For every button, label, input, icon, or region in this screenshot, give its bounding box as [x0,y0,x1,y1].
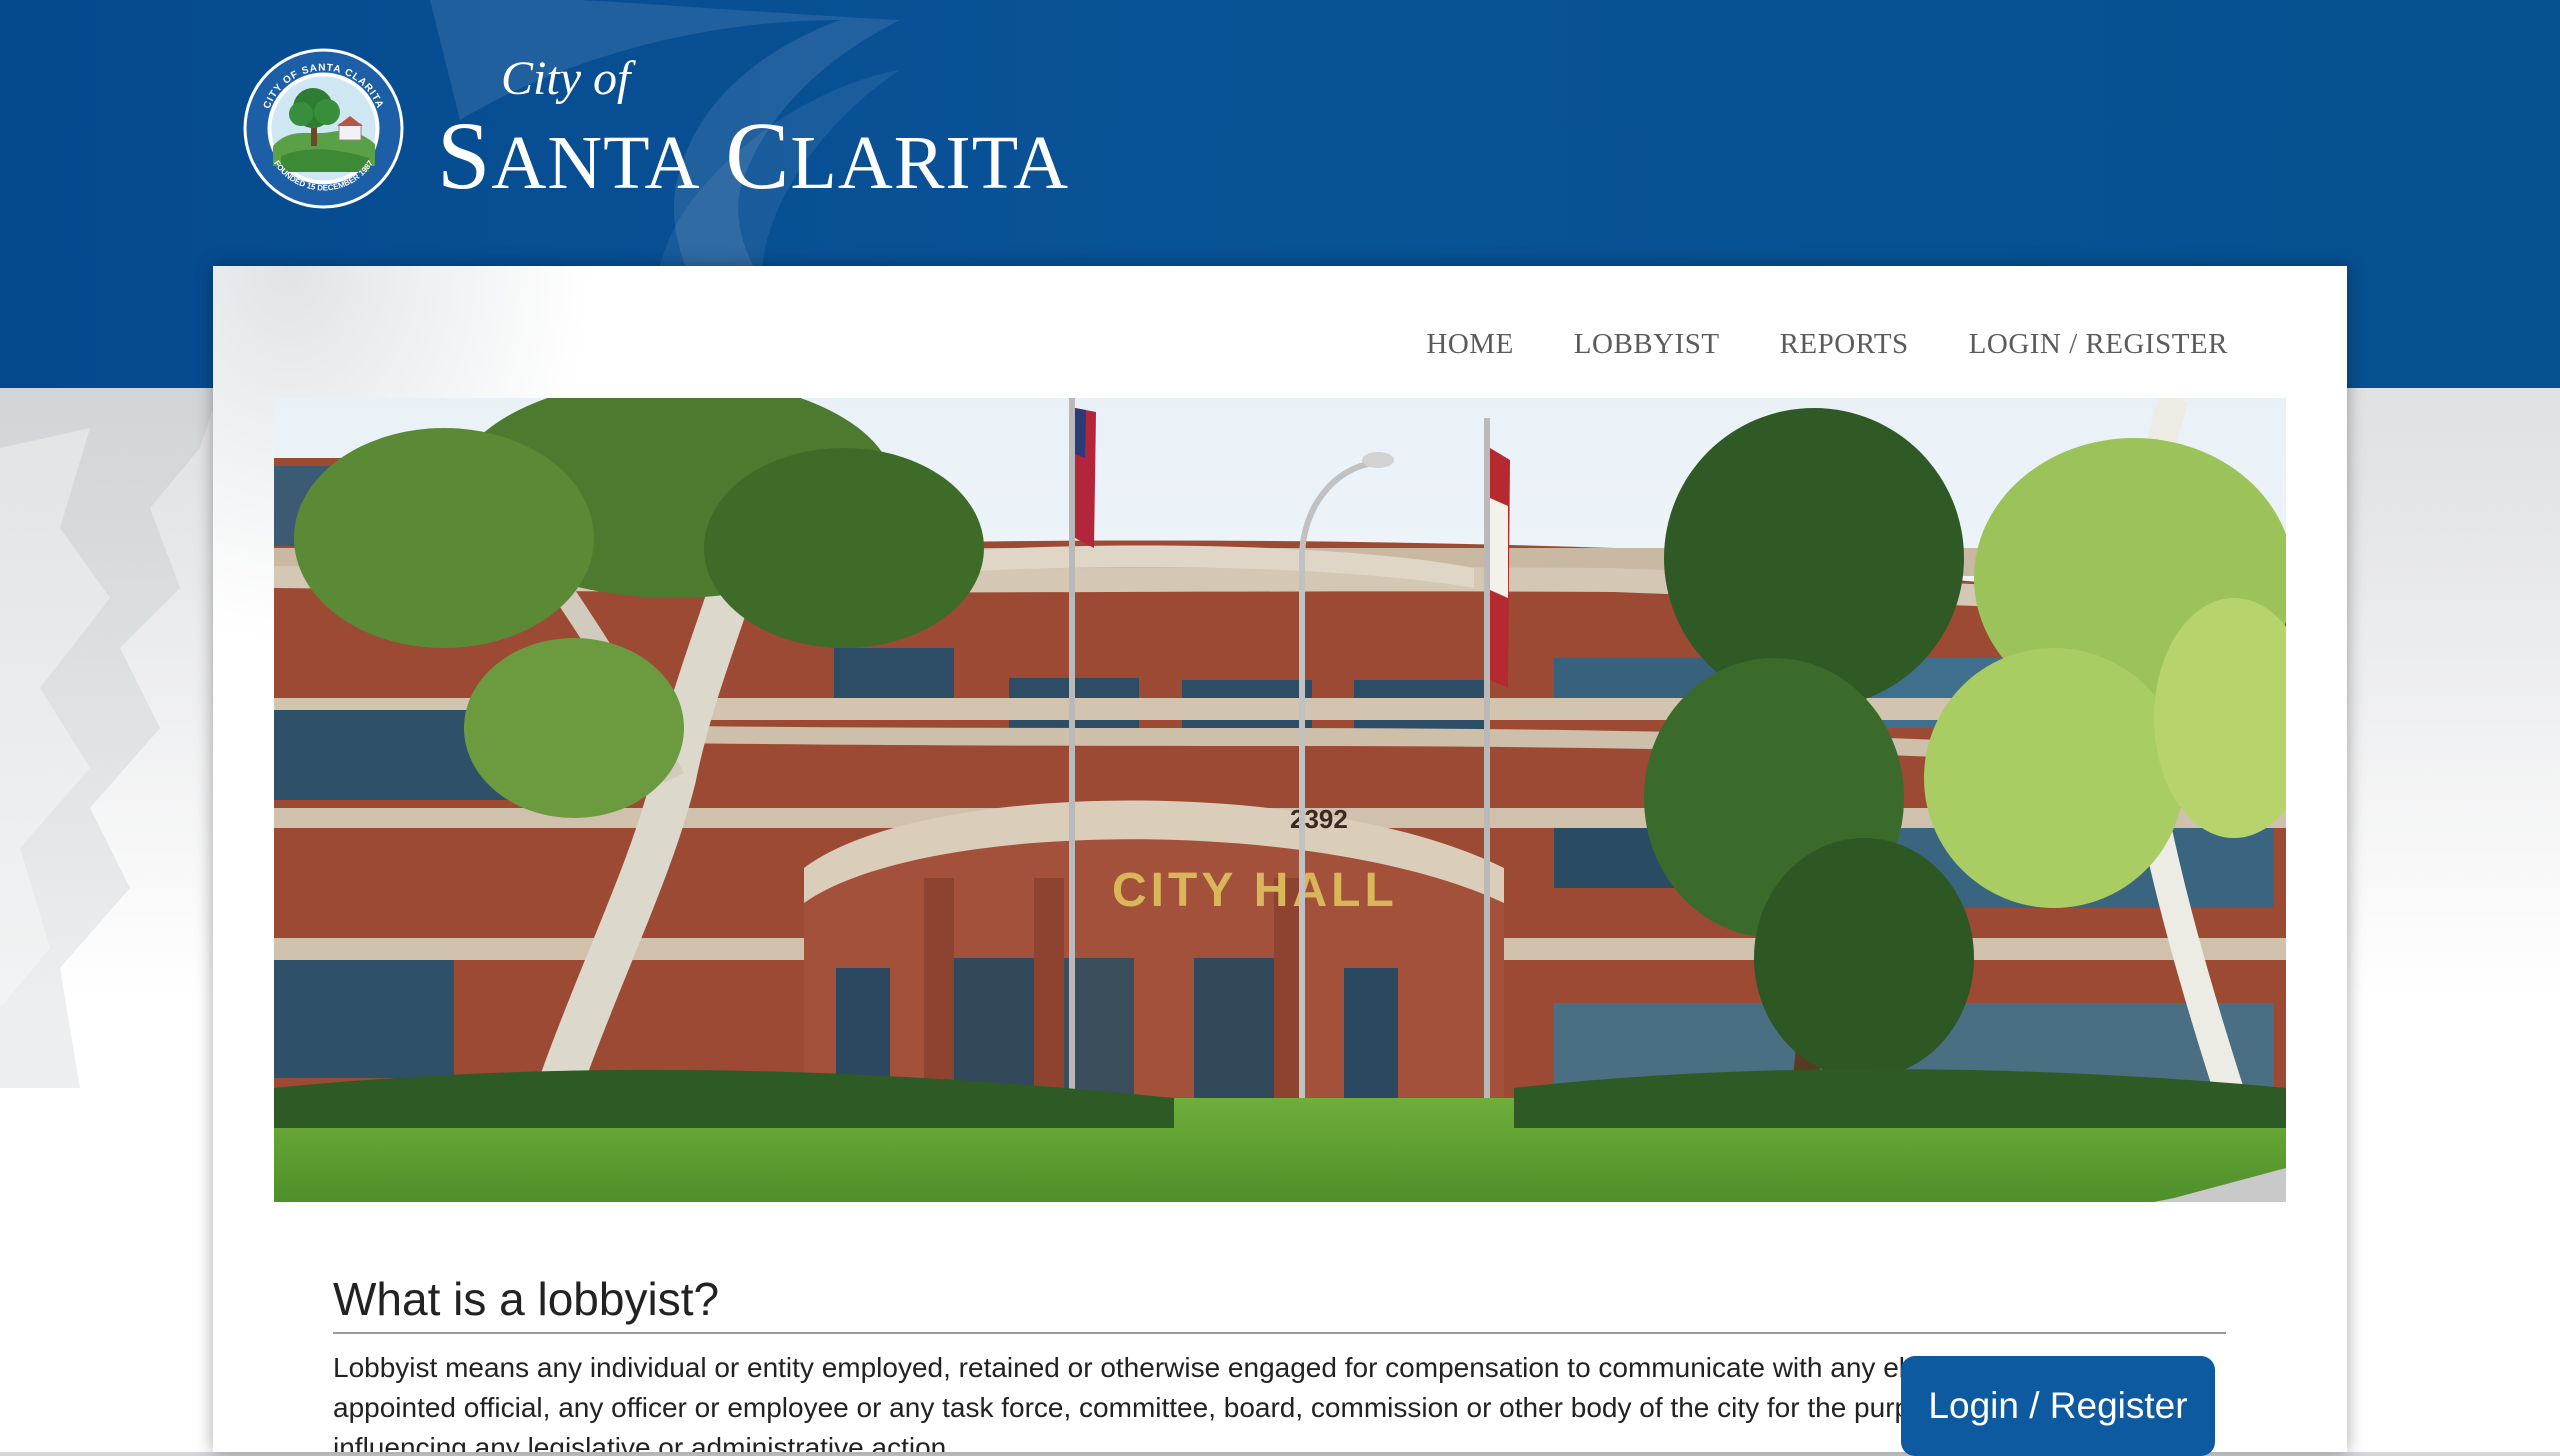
wordmark-initial-s: S [437,102,492,209]
site-wordmark: City of SANTA CLARITA [437,54,1069,213]
lobbyist-definition: Lobbyist means any individual or entity … [333,1352,2011,1452]
wordmark-city-of: City of [501,52,631,105]
city-hall-photo: 2392 CITY HALL [274,398,2286,1202]
login-register-button[interactable]: Login / Register [1901,1356,2215,1456]
nav-login-register[interactable]: LOGIN / REGISTER [1969,328,2228,361]
section-title: What is a lobbyist? [333,1270,2226,1334]
nav-lobbyist[interactable]: LOBBYIST [1574,328,1720,361]
site-logo[interactable]: CITY OF SANTA CLARITA FOUNDED 15 DECEMBE… [241,46,1103,216]
wordmark-initial-c: C [725,102,791,209]
wordmark-anta: ANTA [491,121,701,205]
wordmark-larita: LARITA [790,121,1069,205]
mountain-texture-decoration [0,388,220,1088]
nav-home[interactable]: HOME [1426,328,1513,361]
nav-reports[interactable]: REPORTS [1780,328,1909,361]
hero-city-hall-sign: CITY HALL [1112,864,1398,917]
hero-address-number: 2392 [1290,804,1348,834]
main-nav: HOME LOBBYIST REPORTS LOGIN / REGISTER [1426,328,2228,361]
city-seal-icon: CITY OF SANTA CLARITA FOUNDED 15 DECEMBE… [243,48,404,209]
main-content-card: HOME LOBBYIST REPORTS LOGIN / REGISTER 2… [213,266,2347,1456]
hero-image: 2392 CITY HALL [274,398,2286,1202]
wordmark-city-name: SANTA CLARITA [437,106,1069,213]
